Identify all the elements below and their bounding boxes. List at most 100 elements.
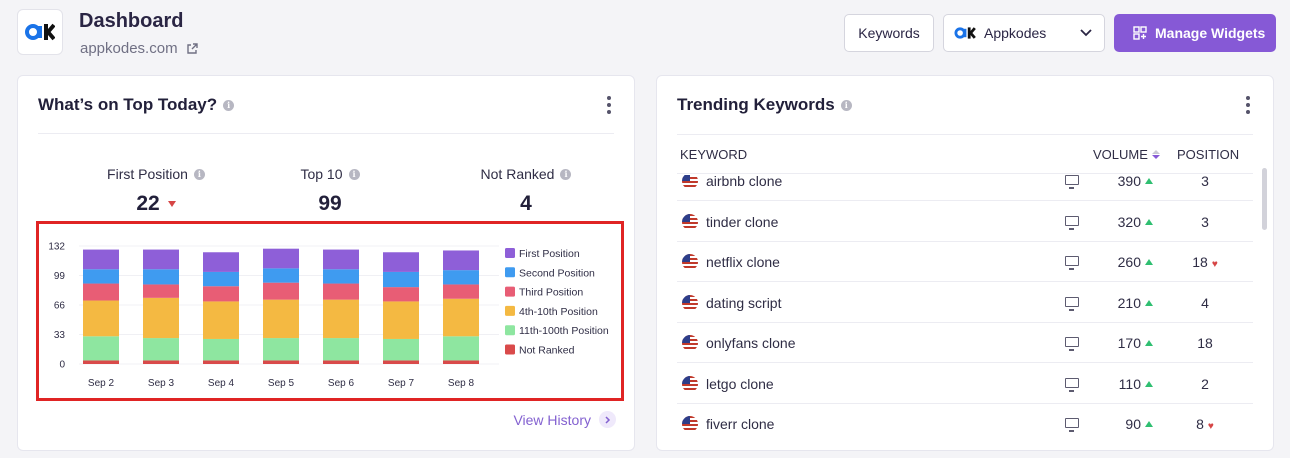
bar-segment[interactable] <box>263 282 299 300</box>
legend-item[interactable]: Third Position <box>505 286 583 299</box>
bar-segment[interactable] <box>383 287 419 302</box>
position-value: 8 <box>1196 416 1204 432</box>
table-row[interactable]: letgo clone 110 2 <box>677 364 1253 404</box>
legend-label: Second Position <box>519 267 595 279</box>
legend-item[interactable]: 4th-10th Position <box>505 305 598 318</box>
legend-swatch <box>505 325 515 336</box>
legend-label: First Position <box>519 248 580 260</box>
bar-segment[interactable] <box>143 338 179 361</box>
bar-segment[interactable] <box>203 286 239 302</box>
bar-segment[interactable] <box>83 336 119 361</box>
site-domain[interactable]: appkodes.com <box>80 40 198 57</box>
keyword-cell[interactable]: tinder clone <box>706 214 778 230</box>
legend-swatch <box>505 267 515 278</box>
legend-label: Not Ranked <box>519 345 575 357</box>
bar-segment[interactable] <box>443 270 479 285</box>
bar-segment[interactable] <box>143 284 179 298</box>
keyword-cell[interactable]: netflix clone <box>706 254 780 270</box>
bar-segment[interactable] <box>323 269 359 284</box>
view-history-link[interactable]: View History <box>513 411 616 428</box>
bar-segment[interactable] <box>83 360 119 364</box>
legend-label: 4th-10th Position <box>519 306 598 318</box>
x-tick-label: Sep 5 <box>268 378 295 389</box>
bar-segment[interactable] <box>263 360 299 364</box>
bar-segment[interactable] <box>383 360 419 364</box>
legend-item[interactable]: First Position <box>505 248 580 260</box>
info-icon[interactable]: i <box>840 99 852 111</box>
bar-segment[interactable] <box>323 283 359 300</box>
table-row[interactable]: tinder clone 320 3 <box>677 202 1253 242</box>
bar-segment[interactable] <box>83 283 119 301</box>
appkodes-logo-icon <box>954 27 976 39</box>
project-selector[interactable]: Appkodes <box>943 14 1105 52</box>
bar-segment[interactable] <box>383 338 419 361</box>
more-options-icon[interactable] <box>606 96 612 114</box>
volume-cell: 210 <box>1117 294 1141 311</box>
bar-segment[interactable] <box>323 299 359 339</box>
keyword-cell[interactable]: fiverr clone <box>706 416 774 432</box>
table-row[interactable]: fiverr clone 90 8 ♥ <box>677 404 1253 441</box>
bar-segment[interactable] <box>143 297 179 339</box>
info-icon[interactable]: i <box>348 168 360 180</box>
bar-segment[interactable] <box>323 360 359 364</box>
bar-segment[interactable] <box>383 301 419 339</box>
x-tick-label: Sep 2 <box>88 378 115 389</box>
stacked-bar-chart: 0 33 66 99 132 Sep 2 Sep 3 Sep 4 Sep 5 Sep 6 Sep 7… <box>48 242 609 390</box>
stat-top-10: Top 10 i 99 <box>240 166 420 216</box>
bar-segment[interactable] <box>263 338 299 361</box>
keyword-cell[interactable]: airbnb clone <box>706 175 782 189</box>
legend-item[interactable]: Not Ranked <box>505 344 575 357</box>
keyword-cell[interactable]: onlyfans clone <box>706 335 796 351</box>
x-tick-label: Sep 3 <box>148 378 175 389</box>
bar-segment[interactable] <box>443 336 479 361</box>
table-row[interactable]: netflix clone 260 18 ♥ <box>677 242 1253 282</box>
bar-segment[interactable] <box>203 360 239 364</box>
table-row[interactable]: dating script 210 4 <box>677 283 1253 323</box>
bar-segment[interactable] <box>203 252 239 272</box>
bar-segment[interactable] <box>263 268 299 283</box>
bar-segment[interactable] <box>383 271 419 288</box>
bar-segment[interactable] <box>323 249 359 270</box>
bar-segment[interactable] <box>203 271 239 287</box>
external-link-icon[interactable] <box>186 42 198 55</box>
bar-segment[interactable] <box>143 269 179 285</box>
bar-segment[interactable] <box>83 300 119 337</box>
info-icon[interactable]: i <box>193 168 205 180</box>
bar-segment[interactable] <box>83 249 119 270</box>
manage-widgets-button[interactable]: Manage Widgets <box>1114 14 1276 52</box>
bar-segment[interactable] <box>383 252 419 272</box>
bar-segment[interactable] <box>83 269 119 284</box>
bar-segment[interactable] <box>443 298 479 337</box>
info-icon[interactable]: i <box>560 168 572 180</box>
scrollbar[interactable] <box>1262 168 1267 230</box>
bar-segment[interactable] <box>143 360 179 364</box>
volume-cell: 260 <box>1117 254 1141 270</box>
bar-segment[interactable] <box>203 301 239 339</box>
bar-segment[interactable] <box>443 250 479 271</box>
more-options-icon[interactable] <box>1245 96 1251 114</box>
y-tick-label: 132 <box>48 242 65 253</box>
keywords-button[interactable]: Keywords <box>844 14 934 52</box>
keyword-cell[interactable]: letgo clone <box>706 376 774 392</box>
keyword-cell[interactable]: dating script <box>706 295 781 311</box>
stat-label: Not Ranked <box>480 166 555 182</box>
legend-item[interactable]: 11th-100th Position <box>505 325 609 337</box>
bar-segment[interactable] <box>143 249 179 270</box>
position-value: 18 <box>1192 254 1208 270</box>
project-name: Appkodes <box>984 25 1047 41</box>
chevron-right-icon <box>599 411 616 428</box>
sort-icon[interactable] <box>1151 150 1160 159</box>
bar-segment[interactable] <box>323 338 359 361</box>
us-flag-icon <box>682 213 698 230</box>
column-volume[interactable]: VOLUME <box>1093 147 1160 162</box>
bar-segment[interactable] <box>263 299 299 339</box>
legend-item[interactable]: Second Position <box>505 267 595 279</box>
table-row[interactable]: airbnb clone 390 3 <box>677 175 1253 201</box>
info-icon[interactable]: i <box>223 99 235 111</box>
bar-segment[interactable] <box>443 360 479 364</box>
stat-not-ranked: Not Ranked i 4 <box>436 166 616 216</box>
bar-segment[interactable] <box>203 338 239 361</box>
bar-segment[interactable] <box>263 248 299 269</box>
bar-segment[interactable] <box>443 284 479 299</box>
table-row[interactable]: onlyfans clone 170 18 <box>677 323 1253 363</box>
